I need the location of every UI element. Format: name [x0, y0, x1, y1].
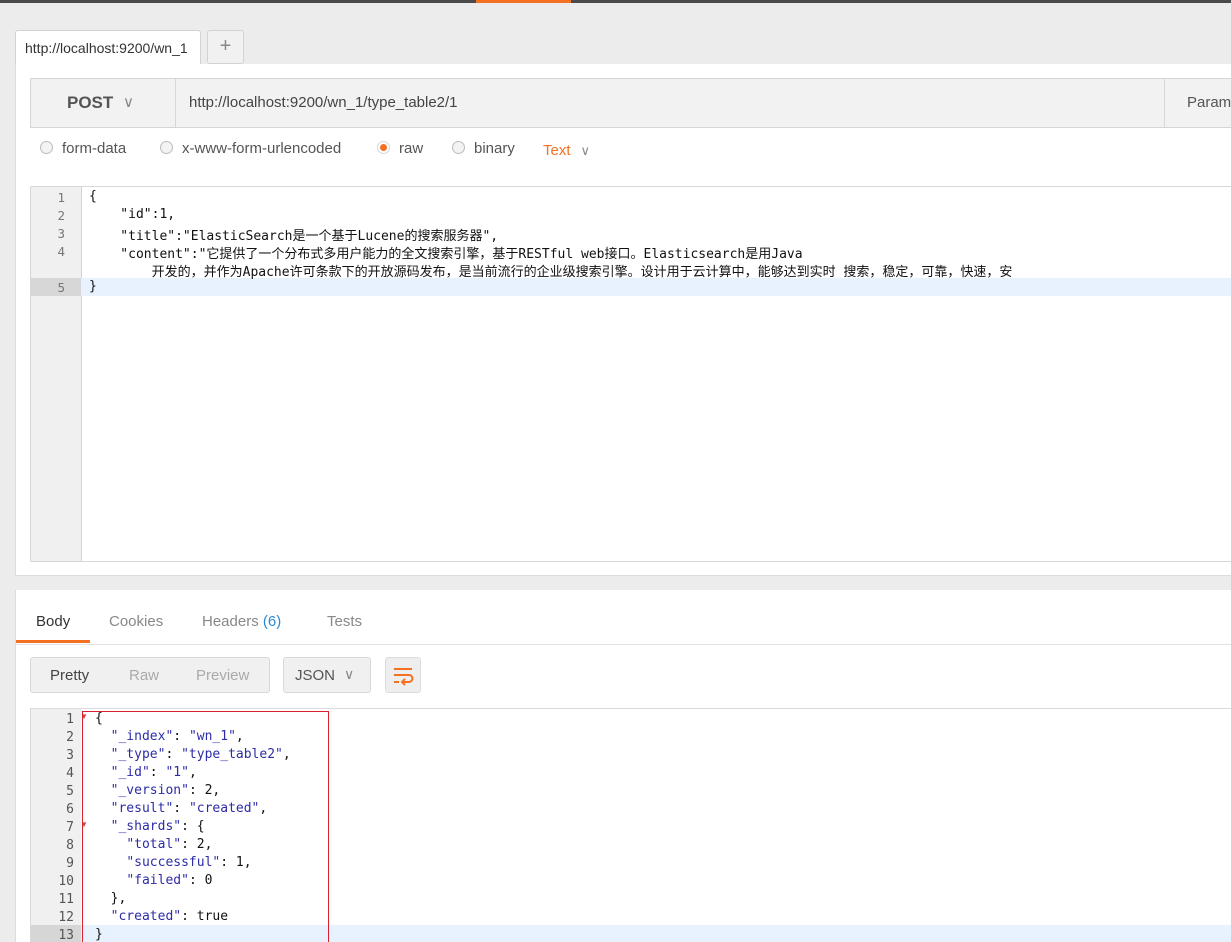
option-form-data[interactable]: form-data — [40, 140, 126, 157]
response-tabs: Body Cookies Headers (6) Tests — [16, 590, 1231, 645]
method-label: POST — [67, 93, 114, 112]
line-number: 11 — [58, 892, 74, 907]
active-line — [31, 278, 1231, 296]
line-number: 3 — [66, 748, 74, 763]
request-body-editor[interactable]: 1 2 3 4 5 { "id":1, "title":"ElasticSear… — [30, 186, 1231, 562]
line-number: 8 — [66, 838, 74, 853]
option-label: form-data — [62, 140, 127, 157]
add-tab-button[interactable]: + — [207, 30, 244, 64]
line-number: 4 — [57, 244, 65, 259]
response-panel: Body Cookies Headers (6) Tests Pretty Ra… — [15, 590, 1231, 942]
line-number: 5 — [57, 280, 65, 295]
left-edge — [0, 64, 15, 942]
code-line: "title":"ElasticSearch是一个基于Lucene的搜索服务器"… — [89, 229, 499, 244]
wrap-icon — [394, 668, 414, 686]
line-number: 4 — [66, 766, 74, 781]
wrap-lines-button[interactable] — [385, 657, 421, 693]
headers-count-badge: (6) — [262, 613, 282, 630]
option-urlencoded[interactable]: x-www-form-urlencoded — [160, 140, 341, 157]
view-mode-group: Pretty Raw Preview — [30, 657, 270, 693]
line-number: 9 — [66, 856, 74, 871]
line-number: 10 — [58, 874, 74, 889]
content-type-label: Text — [543, 142, 571, 159]
url-bar: POST ∨ http://localhost:9200/wn_1/type_t… — [30, 78, 1231, 128]
tab-tests[interactable]: Tests — [327, 613, 362, 630]
chevron-down-icon: ∨ — [344, 666, 355, 682]
pretty-button[interactable]: Pretty — [50, 667, 89, 684]
tab-bar: http://localhost:9200/wn_1 + — [0, 3, 1231, 66]
active-tab-underline — [16, 640, 90, 643]
radio-icon[interactable] — [452, 141, 465, 154]
params-button[interactable]: Params — [1164, 79, 1231, 127]
tab-body[interactable]: Body — [36, 613, 70, 630]
highlight-box — [82, 711, 329, 942]
code-line: { — [89, 189, 97, 204]
method-select[interactable]: POST ∨ — [31, 79, 176, 127]
line-number: 2 — [57, 208, 65, 223]
line-number: 2 — [66, 730, 74, 745]
code-line: "id":1, — [89, 207, 176, 222]
code-line: "content":"它提供了一个分布式多用户能力的全文搜索引擎，基于RESTf… — [89, 247, 803, 262]
option-label: raw — [399, 140, 424, 157]
preview-button[interactable]: Preview — [196, 667, 249, 684]
chevron-down-icon: ∨ — [123, 94, 134, 111]
code-line: } — [89, 279, 97, 294]
radio-selected-icon[interactable] — [377, 141, 390, 154]
option-label: x-www-form-urlencoded — [182, 140, 342, 157]
line-number: 12 — [58, 910, 74, 925]
option-raw[interactable]: raw — [377, 140, 423, 157]
line-number: 13 — [58, 928, 74, 942]
chevron-down-icon: ∨ — [580, 143, 591, 158]
format-select[interactable]: JSON ∨ — [283, 657, 371, 693]
tab-headers-label: Headers — [202, 613, 259, 630]
option-binary[interactable]: binary — [452, 140, 515, 157]
line-number: 1 — [57, 190, 65, 205]
code-line-wrapped: 开发的，并作为Apache许可条款下的开放源码发布，是当前流行的企业级搜索引擎。… — [89, 265, 1013, 280]
option-label: binary — [474, 140, 515, 157]
tab-headers[interactable]: Headers (6) — [202, 613, 281, 630]
radio-icon[interactable] — [160, 141, 173, 154]
tab-cookies[interactable]: Cookies — [109, 613, 163, 630]
content-type-select[interactable]: Text ∨ — [543, 142, 590, 159]
raw-button[interactable]: Raw — [129, 667, 159, 684]
line-number: 1 — [66, 712, 74, 727]
radio-icon[interactable] — [40, 141, 53, 154]
format-label: JSON — [295, 667, 336, 684]
url-input[interactable]: http://localhost:9200/wn_1/type_table2/1 — [189, 94, 458, 111]
request-tab[interactable]: http://localhost:9200/wn_1 — [15, 30, 201, 66]
line-number: 7 — [66, 820, 74, 835]
request-panel: POST ∨ http://localhost:9200/wn_1/type_t… — [15, 64, 1231, 576]
response-body-viewer[interactable]: 1{2 "_index": "wn_1", 3 "_type": "type_ta… — [30, 708, 1231, 942]
line-number: 3 — [57, 226, 65, 241]
line-number: 5 — [66, 784, 74, 799]
line-number: 6 — [66, 802, 74, 817]
